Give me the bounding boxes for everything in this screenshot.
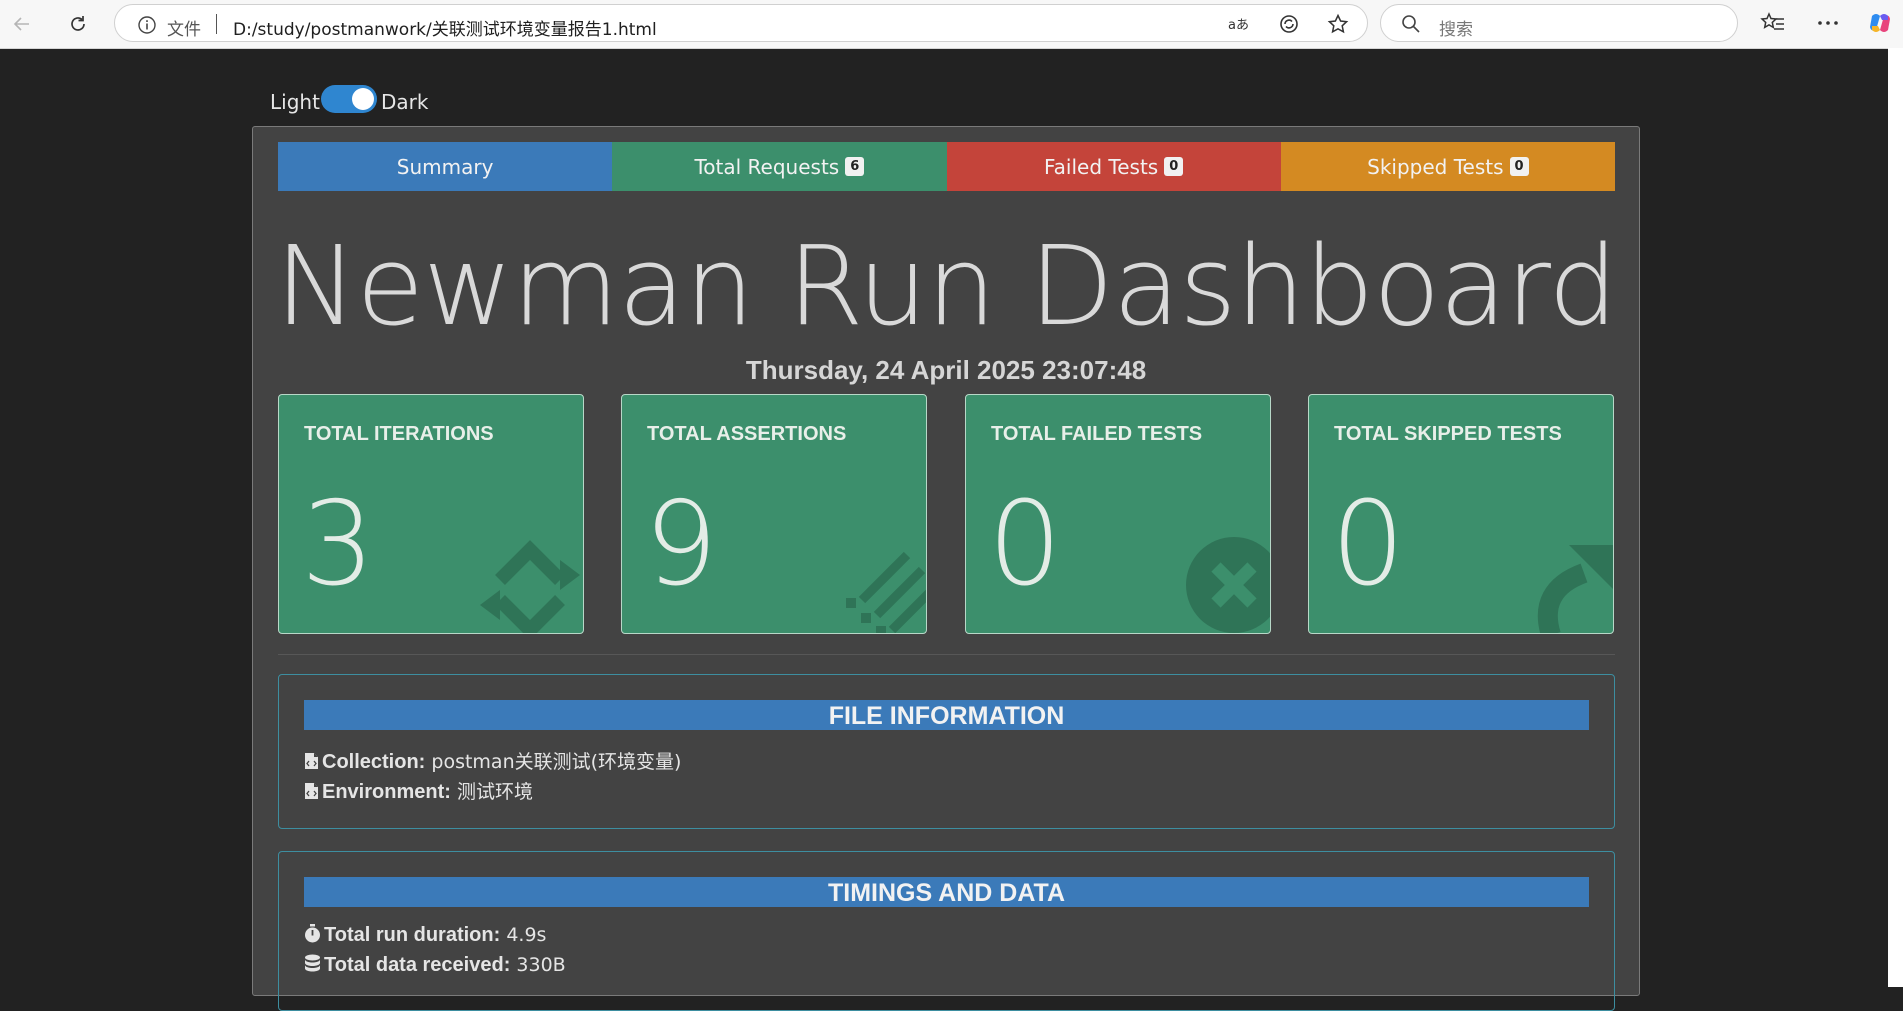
- search-icon: [1402, 15, 1420, 33]
- translate-icon[interactable]: [1278, 13, 1300, 35]
- stopwatch-icon: [305, 924, 320, 943]
- refresh-button[interactable]: [62, 8, 94, 40]
- data-received-line: Total data received: 330B: [304, 954, 566, 977]
- info-icon[interactable]: [137, 15, 157, 35]
- data-received-value: 330B: [516, 954, 566, 976]
- card-total-skipped-tests: TOTAL SKIPPED TESTS 0: [1308, 394, 1614, 634]
- light-label: Light: [270, 90, 320, 114]
- share-icon: [1537, 545, 1613, 633]
- file-code-icon: [305, 783, 318, 799]
- favorite-star-icon[interactable]: [1327, 13, 1349, 35]
- card-total-assertions: TOTAL ASSERTIONS 9: [621, 394, 927, 634]
- times-circle-icon: [1186, 537, 1270, 633]
- timings-and-data-panel: TIMINGS AND DATA Total run duration: 4.9…: [278, 851, 1615, 1011]
- search-placeholder: 搜索: [1439, 20, 1473, 40]
- report-tabs: Summary Total Requests 6 Failed Tests 0 …: [278, 142, 1615, 191]
- tab-failed-tests[interactable]: Failed Tests 0: [946, 142, 1281, 191]
- tab-summary[interactable]: Summary: [278, 142, 613, 191]
- card-title: TOTAL FAILED TESTS: [991, 423, 1203, 445]
- environment-value: 测试环境: [456, 781, 533, 803]
- switch-knob: [352, 88, 374, 110]
- url-text[interactable]: D:/study/postmanwork/关联测试环境变量报告1.html: [233, 15, 657, 40]
- browser-toolbar: 文件 D:/study/postmanwork/关联测试环境变量报告1.html…: [0, 0, 1903, 49]
- more-options-icon[interactable]: [1815, 10, 1841, 36]
- sync-icon: [480, 540, 580, 633]
- card-value: 0: [1331, 477, 1405, 612]
- skipped-tests-badge: 0: [1509, 157, 1529, 176]
- card-title: TOTAL ASSERTIONS: [647, 423, 847, 445]
- tab-summary-label: Summary: [396, 154, 494, 179]
- panel-header: FILE INFORMATION: [304, 700, 1589, 730]
- tab-total-requests-label: Total Requests: [694, 154, 840, 179]
- refresh-icon: [71, 16, 85, 31]
- environment-line: Environment: 测试环境: [304, 777, 533, 804]
- run-duration-line: Total run duration: 4.9s: [304, 924, 546, 947]
- copilot-icon[interactable]: [1867, 10, 1893, 36]
- address-separator: [216, 14, 217, 34]
- file-information-panel: FILE INFORMATION Collection: postman关联测试…: [278, 674, 1615, 829]
- arrow-left-icon: [13, 17, 29, 31]
- back-button[interactable]: [6, 8, 38, 40]
- duration-label: Total run duration:: [324, 924, 501, 946]
- tab-skipped-tests[interactable]: Skipped Tests 0: [1280, 142, 1615, 191]
- tab-skipped-tests-label: Skipped Tests: [1367, 154, 1504, 179]
- collection-value: postman关联测试(环境变量): [431, 751, 682, 773]
- file-code-icon: [305, 753, 318, 769]
- tab-failed-tests-label: Failed Tests: [1044, 154, 1159, 179]
- card-title: TOTAL SKIPPED TESTS: [1334, 423, 1562, 445]
- svg-text:aあ: aあ: [1228, 18, 1249, 33]
- card-value: 3: [301, 477, 375, 612]
- vertical-scrollbar[interactable]: [1888, 48, 1903, 987]
- tab-total-requests[interactable]: Total Requests 6: [612, 142, 947, 191]
- database-icon: [305, 954, 320, 972]
- card-value: 9: [644, 477, 718, 612]
- panel-header: TIMINGS AND DATA: [304, 877, 1589, 907]
- card-total-failed-tests: TOTAL FAILED TESTS 0: [965, 394, 1271, 634]
- card-title: TOTAL ITERATIONS: [304, 423, 494, 445]
- theme-switch[interactable]: [321, 85, 377, 113]
- address-prefix: 文件: [167, 20, 201, 40]
- duration-value: 4.9s: [506, 924, 547, 946]
- search-box[interactable]: 搜索: [1380, 4, 1738, 42]
- dark-label: Dark: [381, 90, 429, 114]
- divider: [278, 654, 1615, 655]
- card-total-iterations: TOTAL ITERATIONS 3: [278, 394, 584, 634]
- collection-line: Collection: postman关联测试(环境变量): [304, 747, 681, 774]
- read-aloud-icon[interactable]: aあ: [1227, 13, 1249, 35]
- address-bar[interactable]: 文件 D:/study/postmanwork/关联测试环境变量报告1.html…: [114, 4, 1368, 42]
- collection-label: Collection:: [322, 751, 426, 773]
- failed-tests-badge: 0: [1164, 157, 1184, 176]
- report-container: Summary Total Requests 6 Failed Tests 0 …: [252, 126, 1640, 1011]
- run-date: Thursday, 24 April 2025 23:07:48: [745, 355, 1147, 385]
- dashboard-title: Newman Run Dashboard: [275, 222, 1618, 350]
- tasks-icon: [846, 551, 926, 633]
- favorites-icon[interactable]: [1760, 10, 1786, 36]
- card-value: 0: [988, 477, 1062, 612]
- summary-cards: TOTAL ITERATIONS 3 TOTAL ASSERTIONS 9 TO…: [278, 394, 1615, 634]
- environment-label: Environment:: [322, 781, 451, 803]
- total-requests-badge: 6: [845, 157, 865, 176]
- data-received-label: Total data received:: [324, 954, 511, 976]
